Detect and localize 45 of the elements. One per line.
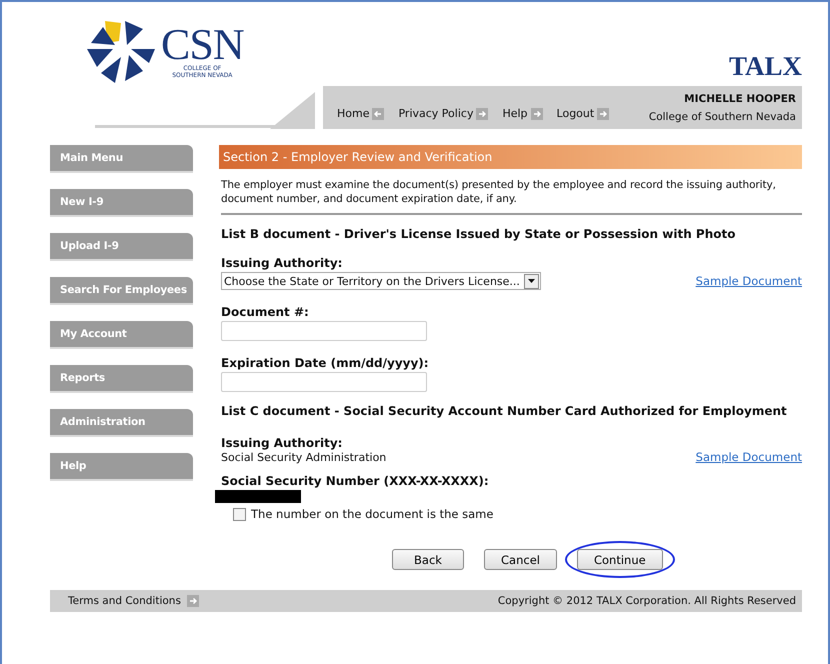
copyright-text: Copyright © 2012 TALX Corporation. All Rights Reserved	[498, 595, 796, 607]
dropdown-icon	[528, 279, 535, 283]
field-label: Issuing Authority:	[221, 436, 344, 450]
state-select[interactable]: Choose the State or Territory on the Drivers License...	[221, 272, 541, 290]
field-value: Social Security Administration	[221, 450, 386, 464]
terms-link[interactable]: Terms and Conditions	[68, 595, 181, 607]
nav-link[interactable]: Help	[502, 107, 528, 120]
field-label: Social Security Number (XXX-XX-XXXX):	[221, 474, 490, 488]
nav-link[interactable]: Home	[337, 107, 370, 120]
section-heading: List C document - Social Security Account Number Card Authorized for Employment	[221, 404, 788, 418]
arrow-icon	[530, 108, 543, 120]
sample-document-link[interactable]: Sample Document	[696, 450, 802, 464]
user-name: MICHELLE HOOPER	[683, 92, 796, 106]
sidebar-item[interactable]: Main Menu	[50, 145, 193, 173]
field-label: Expiration Date (mm/dd/yyyy):	[221, 356, 430, 370]
logo-wordmark: CSN	[161, 25, 244, 65]
form-button[interactable]: Cancel	[484, 549, 557, 570]
organization-name: College of Southern Nevada	[648, 110, 796, 124]
sidebar-item[interactable]: Upload I-9	[50, 233, 193, 261]
nav-link[interactable]: Privacy Policy	[398, 107, 474, 120]
star-logo-icon	[85, 19, 157, 85]
arrow-icon	[597, 108, 610, 120]
section-heading: List B document - Driver's License Issued by State or Possession with Photo	[221, 227, 736, 241]
form-button[interactable]: Continue	[576, 549, 663, 570]
arrow-icon	[476, 108, 488, 120]
sidebar-item[interactable]: Help	[50, 453, 193, 481]
arrow-icon	[186, 595, 199, 607]
brand-logo: TALX	[728, 51, 802, 82]
sidebar-item[interactable]: My Account	[50, 321, 193, 349]
arrow-icon	[372, 108, 384, 120]
sidebar-item[interactable]: New I-9	[50, 189, 193, 217]
nav-link[interactable]: Logout	[556, 107, 594, 120]
sidebar-item[interactable]: Administration	[50, 409, 193, 437]
field-label: Issuing Authority:	[221, 256, 344, 270]
sidebar-item[interactable]: Search For Employees	[50, 277, 193, 305]
document-number-field[interactable]	[221, 321, 427, 341]
checkbox-label: The number on the document is the same	[251, 507, 494, 521]
section-title: Section 2 - Employer Review and Verification	[219, 145, 802, 169]
checkbox[interactable]	[233, 508, 246, 520]
sample-document-link[interactable]: Sample Document	[696, 274, 802, 288]
intro-text: The employer must examine the document(s) presented by the employee and record the issuing authority, document number, and document expiration date, if any.	[221, 178, 802, 215]
expiration-date-field[interactable]	[221, 372, 427, 392]
field-label: Document #:	[221, 305, 310, 319]
form-button[interactable]: Back	[392, 549, 464, 570]
sidebar-item[interactable]: Reports	[50, 365, 193, 393]
